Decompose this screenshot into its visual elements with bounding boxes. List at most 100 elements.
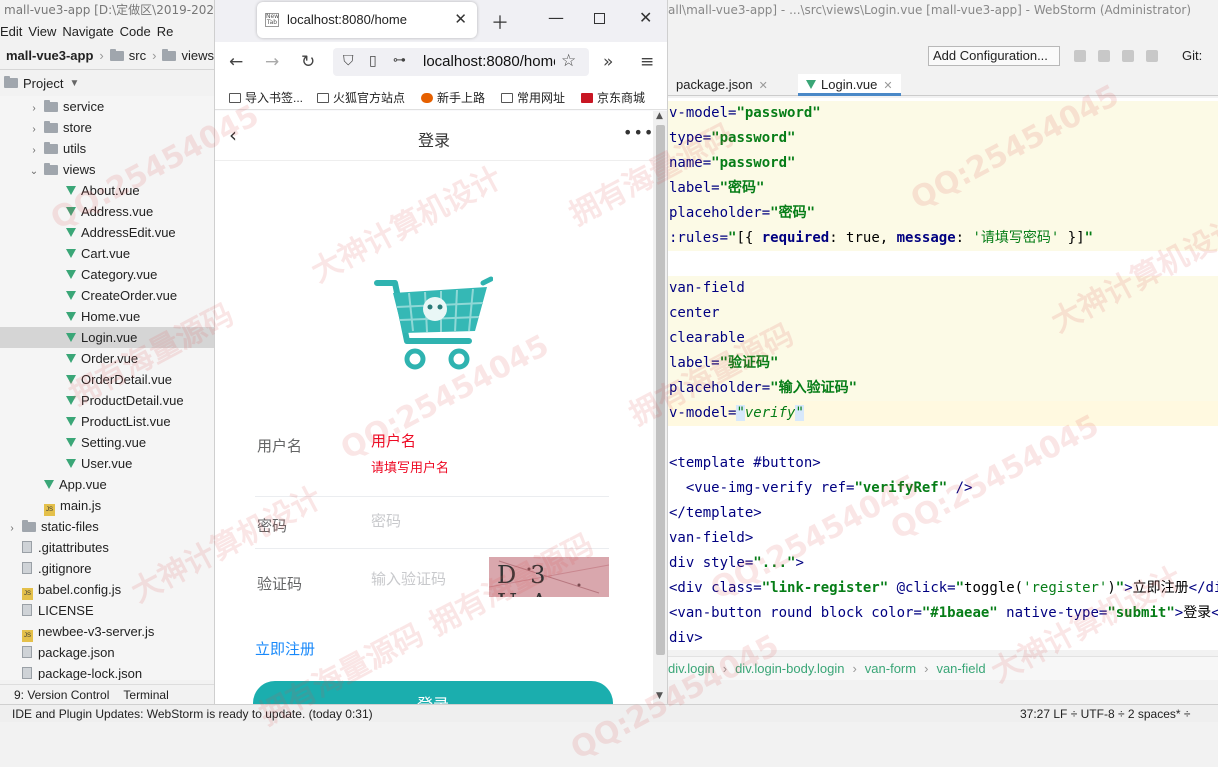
tree-item[interactable]: Home.vue xyxy=(0,306,214,327)
tree-item[interactable]: JS babel.config.js xyxy=(0,579,214,600)
bookmark-item[interactable]: 新手上路 xyxy=(421,89,485,106)
tree-item[interactable]: Order.vue xyxy=(0,348,214,369)
verify-input[interactable] xyxy=(371,571,481,588)
chevron-right-icon[interactable]: › xyxy=(28,140,40,161)
scroll-down-icon[interactable]: ▼ xyxy=(656,691,663,701)
bookmark-item[interactable]: 导入书签... xyxy=(229,89,303,106)
tree-item[interactable]: Address.vue xyxy=(0,201,214,222)
page-scrollbar[interactable]: ▲ ▼ xyxy=(653,111,667,704)
more-icon[interactable]: ••• xyxy=(623,123,653,142)
maximize-icon[interactable] xyxy=(594,13,605,24)
tree-item[interactable]: CreateOrder.vue xyxy=(0,285,214,306)
tree-item[interactable]: LICENSE xyxy=(0,600,214,621)
add-configuration-button[interactable]: Add Configuration... xyxy=(928,46,1060,66)
chevron-right-icon[interactable]: › xyxy=(6,518,18,539)
bookmark-item[interactable]: 火狐官方站点 xyxy=(317,89,405,106)
version-control-tab[interactable]: 9: Version Control xyxy=(14,688,109,702)
captcha-image[interactable]: D3 UA xyxy=(489,557,609,597)
terminal-tab[interactable]: Terminal xyxy=(123,688,168,702)
url-bar[interactable]: ⛉ ▯ ⊶ localhost:8080/home ☆ xyxy=(333,48,589,76)
tree-item-label: Setting.vue xyxy=(81,435,147,450)
code-line: placeholder="密码" xyxy=(668,201,1218,226)
debug-icon[interactable] xyxy=(1098,50,1110,62)
minimize-icon[interactable]: — xyxy=(548,8,564,27)
shield-icon[interactable]: ⛉ xyxy=(343,53,354,69)
tree-item[interactable]: Setting.vue xyxy=(0,432,214,453)
register-link[interactable]: 立即注册 xyxy=(255,638,315,659)
run-icon[interactable] xyxy=(1074,50,1086,62)
forward-arrow-icon[interactable]: → xyxy=(265,52,279,72)
nav-src[interactable]: src xyxy=(129,48,146,63)
password-input[interactable] xyxy=(371,513,571,530)
menu-edit[interactable]: Edit xyxy=(0,24,28,39)
tree-item[interactable]: package-lock.json xyxy=(0,663,214,680)
tree-item[interactable]: App.vue xyxy=(0,474,214,495)
status-right-info[interactable]: 37:27 LF ÷ UTF-8 ÷ 2 spaces* ÷ xyxy=(1020,705,1191,723)
new-tab-icon[interactable]: ＋ xyxy=(491,9,509,35)
scrollbar-thumb[interactable] xyxy=(656,125,665,655)
tree-item[interactable]: › utils xyxy=(0,138,214,159)
tree-item[interactable]: About.vue xyxy=(0,180,214,201)
tree-item[interactable]: OrderDetail.vue xyxy=(0,369,214,390)
chevron-right-icon[interactable]: › xyxy=(28,119,40,140)
tree-item[interactable]: .gitattributes xyxy=(0,537,214,558)
code-editor[interactable]: v-model="password" type="password" name=… xyxy=(668,98,1218,650)
close-tab-icon[interactable]: ✕ xyxy=(454,10,467,28)
menu-code[interactable]: Code xyxy=(120,24,157,39)
tree-item[interactable]: › service xyxy=(0,96,214,117)
tree-item[interactable]: AddressEdit.vue xyxy=(0,222,214,243)
tree-item[interactable]: ⌄ views xyxy=(0,159,214,180)
tree-item[interactable]: ProductDetail.vue xyxy=(0,390,214,411)
project-panel-header[interactable]: Project ▼ xyxy=(0,72,214,94)
url-text[interactable]: localhost:8080/home xyxy=(423,53,555,70)
menu-icon[interactable]: ≡ xyxy=(640,52,654,72)
breadcrumb-item[interactable]: div.login-body.login xyxy=(735,661,844,676)
code-line: label="密码" xyxy=(668,176,1218,201)
bookmark-item[interactable]: 常用网址 xyxy=(501,89,565,106)
bookmark-item[interactable]: 京东商城 xyxy=(581,89,645,106)
tab-login-vue[interactable]: Login.vue ✕ xyxy=(798,74,901,96)
stop-icon[interactable] xyxy=(1146,50,1158,62)
tree-item[interactable]: ProductList.vue xyxy=(0,411,214,432)
overflow-chevron-icon[interactable]: » xyxy=(603,52,613,72)
tab-package-json[interactable]: package.json ✕ xyxy=(668,74,776,96)
status-message[interactable]: IDE and Plugin Updates: WebStorm is read… xyxy=(12,707,373,721)
reload-icon[interactable]: ↻ xyxy=(301,52,315,72)
menu-navigate[interactable]: Navigate xyxy=(62,24,119,39)
scroll-up-icon[interactable]: ▲ xyxy=(656,111,663,121)
back-arrow-icon[interactable]: ← xyxy=(229,52,243,72)
menu-view[interactable]: View xyxy=(28,24,62,39)
breadcrumb-item[interactable]: van-form xyxy=(865,661,916,676)
git-label: Git: xyxy=(1182,48,1203,63)
coverage-icon[interactable] xyxy=(1122,50,1134,62)
nav-views[interactable]: views xyxy=(181,48,214,63)
tree-item[interactable]: package.json xyxy=(0,642,214,663)
menu-refactor[interactable]: Re xyxy=(157,24,180,39)
permissions-icon[interactable]: ⊶ xyxy=(393,53,406,68)
close-icon[interactable]: ✕ xyxy=(759,80,768,92)
breadcrumb-item[interactable]: div.login xyxy=(668,661,715,676)
chevron-right-icon[interactable]: › xyxy=(28,98,40,119)
tree-item[interactable]: › static-files xyxy=(0,516,214,537)
browser-tab[interactable]: New Tab localhost:8080/home ✕ xyxy=(257,2,477,38)
folder-icon xyxy=(22,520,36,532)
tree-item[interactable]: .gitignore xyxy=(0,558,214,579)
chevron-down-icon[interactable]: ⌄ xyxy=(28,161,40,182)
tree-item[interactable]: Category.vue xyxy=(0,264,214,285)
tree-item[interactable]: JS main.js xyxy=(0,495,214,516)
tree-item[interactable]: Cart.vue xyxy=(0,243,214,264)
bookmark-star-icon[interactable]: ☆ xyxy=(561,51,576,71)
window-close-icon[interactable]: ✕ xyxy=(639,8,652,27)
chevron-down-icon[interactable]: ▼ xyxy=(69,78,79,89)
breadcrumb-item[interactable]: van-field xyxy=(936,661,985,676)
tree-item[interactable]: JS newbee-v3-server.js xyxy=(0,621,214,642)
tree-item[interactable]: Login.vue xyxy=(0,327,214,348)
login-button[interactable]: 登录 xyxy=(253,681,613,704)
nav-project[interactable]: mall-vue3-app xyxy=(6,48,93,63)
tree-item[interactable]: User.vue xyxy=(0,453,214,474)
tree-item[interactable]: › store xyxy=(0,117,214,138)
username-input[interactable] xyxy=(371,433,571,450)
file-icon xyxy=(22,562,32,574)
tree-item-label: ProductList.vue xyxy=(81,414,171,429)
close-icon[interactable]: ✕ xyxy=(883,80,892,92)
